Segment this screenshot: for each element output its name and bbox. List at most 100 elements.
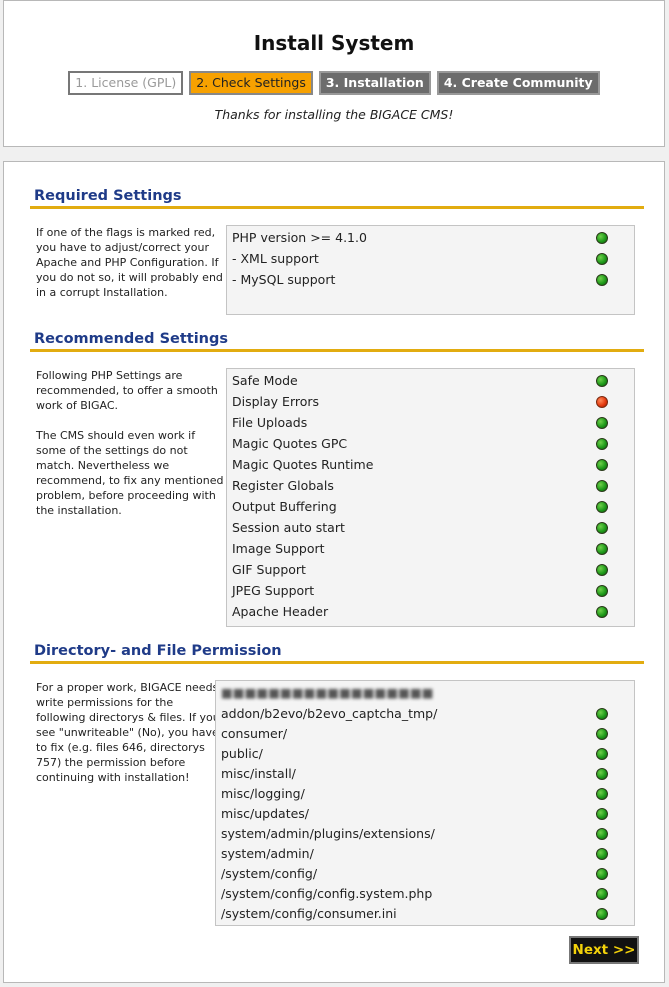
status-row: GIF Support <box>232 559 634 580</box>
section-divider <box>30 661 644 664</box>
step-create-community[interactable]: 4. Create Community <box>436 71 600 95</box>
required-description: If one of the flags is marked red, you h… <box>36 226 223 299</box>
status-green-icon <box>596 375 608 387</box>
status-label: Image Support <box>232 541 325 556</box>
status-label: /system/config/ <box>221 866 318 881</box>
status-green-icon <box>596 728 608 740</box>
status-green-icon <box>596 543 608 555</box>
status-row: Magic Quotes Runtime <box>232 454 634 475</box>
status-label: system/admin/ <box>221 846 314 861</box>
step-license[interactable]: 1. License (GPL) <box>68 71 184 95</box>
status-row: - XML support <box>232 248 634 269</box>
recommended-description-1: Following PHP Settings are recommended, … <box>36 369 218 412</box>
status-green-icon <box>596 232 608 244</box>
step-check-settings[interactable]: 2. Check Settings <box>189 71 313 95</box>
permissions-description: For a proper work, BIGACE needs write pe… <box>36 681 220 784</box>
status-green-icon <box>596 848 608 860</box>
section-divider <box>30 206 644 209</box>
section-title-required: Required Settings <box>34 188 182 204</box>
status-row: PHP version >= 4.1.0 <box>232 227 634 248</box>
status-label: misc/install/ <box>221 766 296 781</box>
page-title: Install System <box>253 31 415 55</box>
status-label: addon/b2evo/b2evo_captcha_tmp/ <box>221 706 438 721</box>
status-label: Register Globals <box>232 478 334 493</box>
status-green-icon <box>596 501 608 513</box>
status-row: addon/b2evo/b2evo_captcha_tmp/ <box>221 703 634 724</box>
status-label: Safe Mode <box>232 373 298 388</box>
status-green-icon <box>596 768 608 780</box>
required-settings-list: PHP version >= 4.1.0 - XML support - MySQL… <box>226 225 635 315</box>
status-label: Apache Header <box>232 604 329 619</box>
status-label: GIF Support <box>232 562 306 577</box>
status-label: JPEG Support <box>232 583 315 598</box>
status-row: /system/config/ <box>221 863 634 884</box>
status-row: Apache Header <box>232 601 634 622</box>
status-label: PHP version >= 4.1.0 <box>232 230 367 245</box>
status-green-icon <box>596 585 608 597</box>
permissions-list: ■■■■■■■■■■■■■■■■■■ addon/b2evo/b2evo_cap… <box>215 680 635 926</box>
status-green-icon <box>596 564 608 576</box>
status-row: /system/config/consumer.ini <box>221 903 634 924</box>
status-label: File Uploads <box>232 415 308 430</box>
section-title-recommended: Recommended Settings <box>34 331 229 347</box>
status-row: system/admin/ <box>221 843 634 864</box>
settings-check-panel: Required Settings If one of the flags is… <box>3 161 665 983</box>
status-green-icon <box>596 253 608 265</box>
status-label: - XML support <box>232 251 319 266</box>
status-row: Image Support <box>232 538 634 559</box>
status-row: Output Buffering <box>232 496 634 517</box>
status-green-icon <box>596 459 608 471</box>
step-indicator: 1. License (GPL) 2. Check Settings 3. Inst… <box>4 71 664 95</box>
status-label: Output Buffering <box>232 499 337 514</box>
status-label: - MySQL support <box>232 272 336 287</box>
status-row: - MySQL support <box>232 269 634 290</box>
status-green-icon <box>596 522 608 534</box>
status-green-icon <box>596 274 608 286</box>
status-row: File Uploads <box>232 412 634 433</box>
redacted-row: ■■■■■■■■■■■■■■■■■■ <box>221 685 434 700</box>
status-row: Magic Quotes GPC <box>232 433 634 454</box>
status-row: Register Globals <box>232 475 634 496</box>
status-row: Safe Mode <box>232 370 634 391</box>
status-green-icon <box>596 748 608 760</box>
status-row: misc/install/ <box>221 763 634 784</box>
recommended-description-2: The CMS should even work if some of the … <box>36 429 224 517</box>
status-green-icon <box>596 606 608 618</box>
status-row: public/ <box>221 743 634 764</box>
status-label: Magic Quotes GPC <box>232 436 348 451</box>
status-row: system/admin/plugins/extensions/ <box>221 823 634 844</box>
status-red-icon <box>596 396 608 408</box>
step-installation[interactable]: 3. Installation <box>318 71 431 95</box>
status-green-icon <box>596 480 608 492</box>
status-green-icon <box>596 888 608 900</box>
install-header: Install System 1. License (GPL) 2. Check … <box>3 0 665 147</box>
section-title-permissions: Directory- and File Permission <box>34 643 282 659</box>
status-green-icon <box>596 438 608 450</box>
next-button[interactable]: Next >> <box>569 936 639 964</box>
status-label: /system/config/consumer.ini <box>221 906 397 921</box>
status-green-icon <box>596 868 608 880</box>
status-row: /system/config/config.system.php <box>221 883 634 904</box>
status-row: Session auto start <box>232 517 634 538</box>
status-row: misc/logging/ <box>221 783 634 804</box>
status-row: consumer/ <box>221 723 634 744</box>
section-divider <box>30 349 644 352</box>
status-label: /system/config/config.system.php <box>221 886 433 901</box>
status-label: misc/logging/ <box>221 786 305 801</box>
status-green-icon <box>596 708 608 720</box>
status-label: system/admin/plugins/extensions/ <box>221 826 435 841</box>
status-row: misc/updates/ <box>221 803 634 824</box>
status-green-icon <box>596 788 608 800</box>
status-green-icon <box>596 417 608 429</box>
status-label: Session auto start <box>232 520 345 535</box>
status-label: Magic Quotes Runtime <box>232 457 374 472</box>
status-green-icon <box>596 908 608 920</box>
status-label: misc/updates/ <box>221 806 310 821</box>
status-label: consumer/ <box>221 726 288 741</box>
status-label: public/ <box>221 746 263 761</box>
recommended-settings-list: Safe Mode Display Errors File Uploads Magic… <box>226 368 635 627</box>
status-label: Display Errors <box>232 394 320 409</box>
status-row: Display Errors <box>232 391 634 412</box>
status-row: JPEG Support <box>232 580 634 601</box>
tagline: Thanks for installing the BIGACE CMS! <box>214 107 454 122</box>
